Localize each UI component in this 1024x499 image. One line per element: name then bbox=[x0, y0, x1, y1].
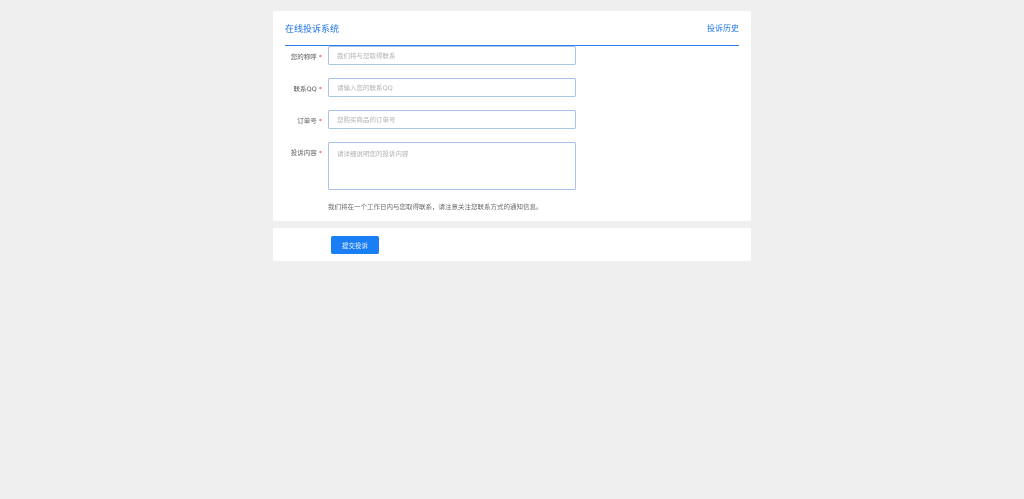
content-label: 投诉内容 * bbox=[291, 147, 322, 157]
required-mark: * bbox=[318, 117, 322, 125]
order-number-input[interactable] bbox=[328, 110, 576, 129]
complaint-history-link[interactable]: 投诉历史 bbox=[707, 23, 739, 34]
qq-label-text: 联系QQ bbox=[293, 85, 317, 93]
required-mark: * bbox=[318, 85, 322, 93]
order-number-label: 订单号 * bbox=[297, 115, 322, 125]
name-input[interactable] bbox=[328, 46, 576, 65]
complaint-content-textarea[interactable] bbox=[328, 142, 576, 190]
content-label-text: 投诉内容 bbox=[290, 149, 317, 157]
page-title: 在线投诉系统 bbox=[285, 25, 340, 35]
order-number-label-text: 订单号 bbox=[297, 117, 317, 125]
name-label: 您的称呼 * bbox=[291, 51, 322, 61]
name-label-text: 您的称呼 bbox=[290, 53, 317, 61]
complaint-form-panel: 在线投诉系统 投诉历史 您的称呼* 联系QQ* 订单号* 投诉内容* 我们将在一… bbox=[273, 11, 751, 221]
qq-label: 联系QQ * bbox=[294, 83, 322, 93]
form-header: 在线投诉系统 投诉历史 bbox=[285, 21, 739, 46]
required-mark: * bbox=[318, 149, 322, 157]
submit-panel: 提交投诉 bbox=[273, 228, 751, 261]
contact-notice: 我们将在一个工作日内与您取得联系，请注意关注您联系方式的通知信息。 bbox=[328, 203, 543, 211]
required-mark: * bbox=[318, 53, 322, 61]
submit-complaint-button[interactable]: 提交投诉 bbox=[331, 236, 379, 254]
qq-input[interactable] bbox=[328, 78, 576, 97]
